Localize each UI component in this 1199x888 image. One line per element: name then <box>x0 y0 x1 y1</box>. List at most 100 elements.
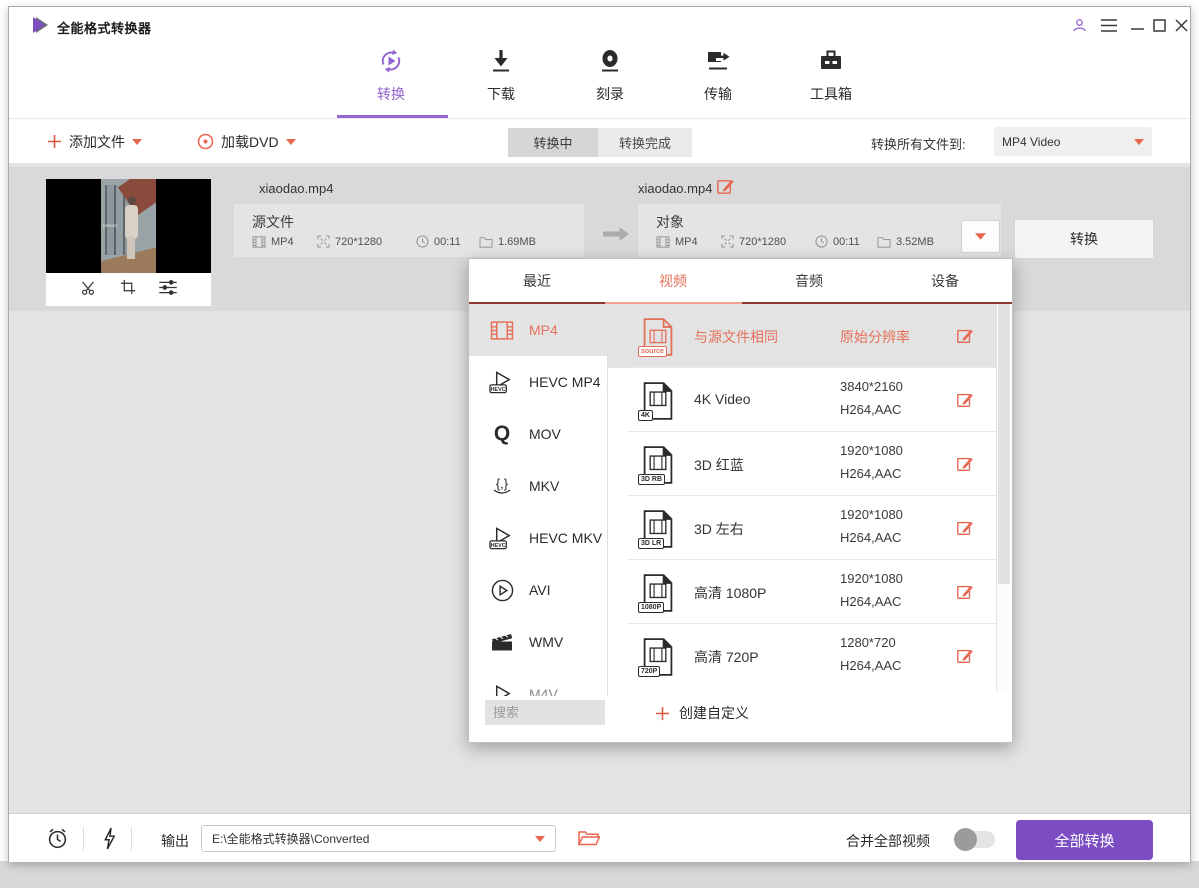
edit-preset-icon[interactable] <box>956 327 974 345</box>
effects-sliders-icon[interactable] <box>157 278 179 302</box>
tab-converting-label: 转换中 <box>533 133 572 152</box>
preset-list: source 与源文件相同 原始分辨率 4K 4K Video 3840* <box>608 304 996 692</box>
target-info-box: 对象 MP4 720*1280 00:11 <box>638 204 1001 257</box>
popup-tab-audio[interactable]: 音频 <box>741 259 877 302</box>
preset-row-3d-rb[interactable]: 3D RB 3D 红蓝 1920*1080 H264,AAC <box>608 432 996 496</box>
caret-down-icon <box>535 836 545 842</box>
edit-preset-icon[interactable] <box>956 391 974 409</box>
scrollbar-thumb[interactable] <box>998 304 1010 584</box>
preset-row-720p[interactable]: 720P 高清 720P 1280*720 H264,AAC <box>608 624 996 688</box>
schedule-alarm-icon[interactable] <box>46 827 69 855</box>
create-custom-button[interactable]: 创建自定义 <box>655 703 749 723</box>
menu-icon[interactable] <box>1099 15 1119 35</box>
source-info-box: 源文件 MP4 720*1280 00:11 <box>234 204 584 257</box>
toggle-knob <box>954 828 977 851</box>
svg-text:HEVC: HEVC <box>491 543 506 549</box>
output-path-select[interactable]: E:\全能格式转换器\Converted <box>201 825 556 852</box>
tab-toolbox-label: 工具箱 <box>789 84 873 104</box>
source-size: 1.69MB <box>479 235 536 248</box>
convert-icon <box>377 47 405 75</box>
format-picker-popup: 最近 视频 音频 设备 MP4 HEVC HEVC MP4 <box>468 258 1013 743</box>
open-folder-icon[interactable] <box>578 830 600 852</box>
popup-active-tab-underline <box>605 302 742 304</box>
caret-down-icon <box>1134 139 1144 145</box>
crop-icon[interactable] <box>119 278 137 301</box>
output-label: 输出 <box>161 831 189 851</box>
tab-convert-label: 转换 <box>349 84 433 104</box>
merge-videos-toggle[interactable] <box>957 831 995 848</box>
preset-row-4k[interactable]: 4K 4K Video 3840*2160 H264,AAC <box>608 368 996 432</box>
minimize-icon[interactable] <box>1127 15 1147 35</box>
popup-tab-video[interactable]: 视频 <box>605 259 741 302</box>
tab-transfer[interactable]: 传输 <box>676 47 760 113</box>
close-icon[interactable] <box>1171 15 1191 35</box>
format-item-m4v[interactable]: M4V <box>469 668 607 696</box>
format-item-hevc-mkv[interactable]: HEVC HEVC MKV <box>469 512 607 564</box>
format-item-avi[interactable]: AVI <box>469 564 607 616</box>
preset-row-source[interactable]: source 与源文件相同 原始分辨率 <box>608 304 996 368</box>
tab-download[interactable]: 下载 <box>459 47 543 113</box>
add-file-button[interactable]: 添加文件 <box>47 119 142 164</box>
target-size: 3.52MB <box>877 235 934 248</box>
popup-tab-device[interactable]: 设备 <box>877 259 1013 302</box>
tab-convert[interactable]: 转换 <box>349 47 433 113</box>
screen: 全能格式转换器 <box>0 0 1199 888</box>
svg-text:{,}: {,} <box>496 476 509 491</box>
caret-down-icon <box>132 139 142 145</box>
trim-scissors-icon[interactable] <box>79 278 99 302</box>
mkv-braces-icon: {,} <box>489 474 515 498</box>
tab-toolbox[interactable]: 工具箱 <box>789 47 873 113</box>
user-account-icon[interactable] <box>1069 15 1089 35</box>
preset-doc-icon: 3D LR <box>641 510 675 548</box>
convert-all-button-label: 全部转换 <box>1054 830 1114 851</box>
clock-icon <box>416 235 429 248</box>
burn-disc-icon <box>596 47 624 75</box>
transfer-icon <box>704 47 732 75</box>
popup-tab-recent[interactable]: 最近 <box>469 259 605 302</box>
tab-finished[interactable]: 转换完成 <box>598 128 692 157</box>
target-resolution: 720*1280 <box>721 235 815 248</box>
preset-scrollbar[interactable] <box>996 304 1010 692</box>
download-icon <box>487 47 515 75</box>
source-duration: 00:11 <box>416 235 479 248</box>
play-circle-icon <box>489 578 515 602</box>
resolution-icon <box>317 235 330 248</box>
high-speed-bolt-icon[interactable] <box>103 827 116 855</box>
format-item-mp4[interactable]: MP4 <box>469 304 607 356</box>
load-dvd-button[interactable]: 加载DVD <box>197 119 296 164</box>
tab-burn[interactable]: 刻录 <box>568 47 652 113</box>
rename-edit-icon[interactable] <box>716 177 735 201</box>
preset-row-1080p[interactable]: 1080P 高清 1080P 1920*1080 H264,AAC <box>608 560 996 624</box>
tab-transfer-label: 传输 <box>676 84 760 104</box>
edit-preset-icon[interactable] <box>956 647 974 665</box>
source-format: MP4 <box>252 235 317 248</box>
maximize-icon[interactable] <box>1149 15 1169 35</box>
convert-button[interactable]: 转换 <box>1014 219 1154 259</box>
video-thumbnail[interactable]: NRSCN <box>46 179 211 306</box>
format-item-wmv[interactable]: WMV <box>469 616 607 668</box>
target-format: MP4 <box>656 235 721 248</box>
edit-preset-icon[interactable] <box>956 583 974 601</box>
thumbnail-toolbar <box>46 273 211 306</box>
tab-converting[interactable]: 转换中 <box>508 128 598 157</box>
app-title: 全能格式转换器 <box>57 18 152 37</box>
format-item-hevc-mp4[interactable]: HEVC HEVC MP4 <box>469 356 607 408</box>
format-item-mkv[interactable]: {,} MKV <box>469 460 607 512</box>
m4v-play-icon <box>489 682 515 696</box>
preset-doc-icon: 3D RB <box>641 446 675 484</box>
target-format-dropdown-button[interactable] <box>961 220 1000 253</box>
convert-all-format-select[interactable]: MP4 Video <box>994 127 1152 156</box>
svg-text:HEVC: HEVC <box>491 387 506 393</box>
preset-row-3d-lr[interactable]: 3D LR 3D 左右 1920*1080 H264,AAC <box>608 496 996 560</box>
edit-preset-icon[interactable] <box>956 519 974 537</box>
clapperboard-icon <box>489 630 515 654</box>
source-file-name: xiaodao.mp4 <box>259 181 333 196</box>
source-title: 源文件 <box>252 212 294 232</box>
preset-doc-icon: 1080P <box>641 574 675 612</box>
format-item-mov[interactable]: QMOV <box>469 408 607 460</box>
edit-preset-icon[interactable] <box>956 455 974 473</box>
format-search-input[interactable] <box>485 700 605 725</box>
convert-all-button[interactable]: 全部转换 <box>1016 820 1153 860</box>
popup-tabs: 最近 视频 音频 设备 <box>469 259 1012 304</box>
titlebar: 全能格式转换器 <box>9 7 1190 43</box>
